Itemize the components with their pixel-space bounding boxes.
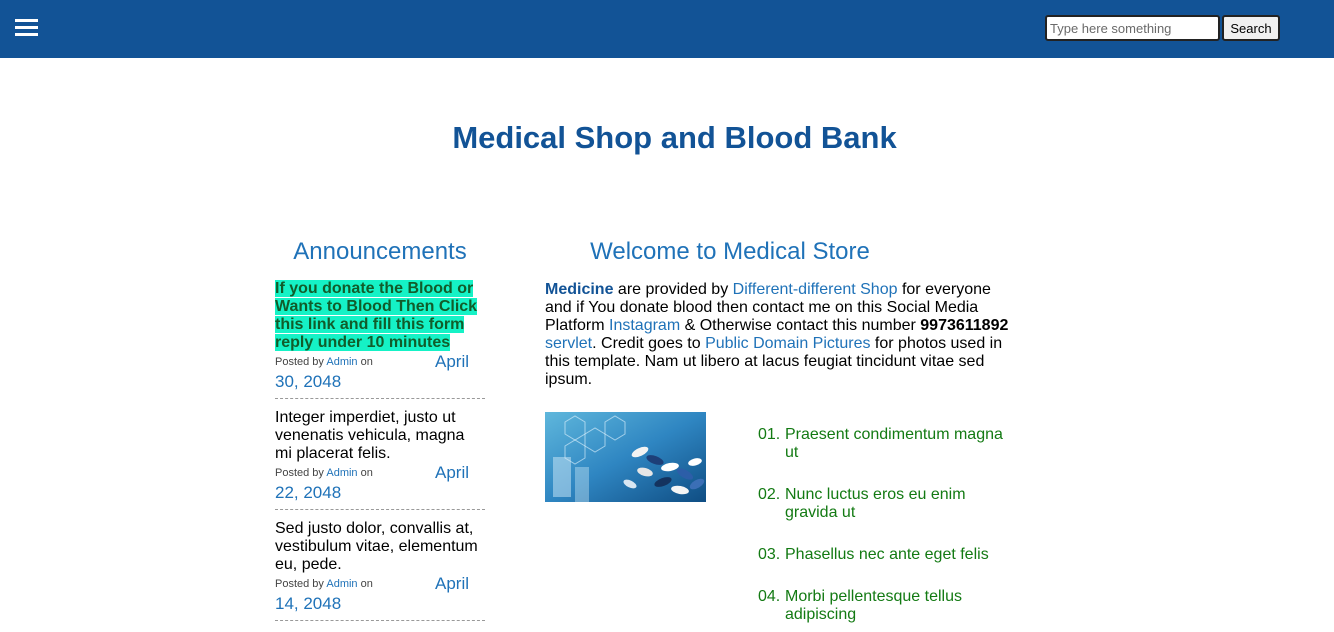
announcement-item: If you donate the Blood or Wants to Bloo… — [275, 280, 485, 399]
announcement-meta: Posted by Admin on April 14, 2048 — [275, 574, 485, 613]
welcome-paragraph: Medicine are provided by Different-diffe… — [545, 281, 1009, 388]
list-item[interactable]: 03. Phasellus nec ante eget felis — [758, 546, 1018, 564]
announcement-item: Sed justo dolor, convallis at, vestibulu… — [275, 520, 485, 621]
announcement-meta: Posted by Admin on April 22, 2048 — [275, 463, 485, 502]
medicine-pills-image — [545, 412, 706, 502]
search-button[interactable]: Search — [1222, 15, 1280, 41]
date-day-year: 22, 2048 — [275, 483, 342, 502]
posted-by: Posted by Admin on — [275, 356, 373, 368]
page-title: Medical Shop and Blood Bank — [452, 120, 897, 155]
announcement-meta: Posted by Admin on April 30, 2048 — [275, 352, 485, 391]
public-domain-pictures-link[interactable]: Public Domain Pictures — [705, 335, 870, 352]
shop-link[interactable]: Different-different Shop — [733, 281, 898, 298]
welcome-heading: Welcome to Medical Store — [590, 238, 870, 265]
date-month: April — [434, 463, 469, 482]
numbered-list: 01. Praesent condimentum magna ut 02. Nunc… — [758, 426, 1018, 632]
date-month: April — [434, 352, 469, 371]
announcement-text: Integer imperdiet, justo ut venenatis ve… — [275, 409, 465, 462]
posted-by: Posted by Admin on — [275, 578, 373, 590]
announcement-link[interactable]: If you donate the Blood or Wants to Bloo… — [275, 280, 485, 352]
author-link[interactable]: Admin — [326, 578, 357, 590]
author-link[interactable]: Admin — [326, 467, 357, 479]
date-day-year: 14, 2048 — [275, 594, 342, 613]
list-item[interactable]: 04. Morbi pellentesque tellus adipiscing — [758, 588, 1018, 624]
search-input[interactable] — [1045, 15, 1220, 41]
author-link[interactable]: Admin — [326, 356, 357, 368]
announcement-item: Integer imperdiet, justo ut venenatis ve… — [275, 409, 485, 510]
announcements-heading: Announcements — [293, 238, 467, 265]
hamburger-menu-icon[interactable] — [15, 19, 38, 37]
medicine-link[interactable]: Medicine — [545, 281, 613, 298]
phone-number: 9973611892 — [920, 317, 1009, 334]
date-month: April — [434, 574, 469, 593]
announcements-list: If you donate the Blood or Wants to Bloo… — [275, 280, 485, 631]
list-item[interactable]: 02. Nunc luctus eros eu enim gravida ut — [758, 486, 1018, 522]
top-navigation-bar: Search — [0, 0, 1334, 58]
servlet-link[interactable]: servlet — [545, 335, 592, 352]
list-item[interactable]: 01. Praesent condimentum magna ut — [758, 426, 1018, 462]
instagram-link[interactable]: Instagram — [609, 317, 680, 334]
date-day-year: 30, 2048 — [275, 372, 342, 391]
announcement-text: Sed justo dolor, convallis at, vestibulu… — [275, 520, 478, 573]
posted-by: Posted by Admin on — [275, 467, 373, 479]
